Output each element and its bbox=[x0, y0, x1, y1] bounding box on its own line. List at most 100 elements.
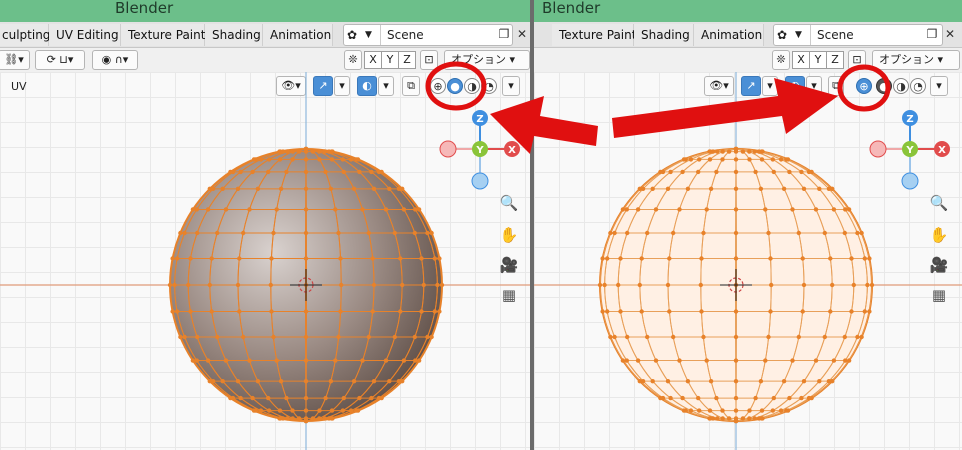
mesh-vertex bbox=[781, 379, 787, 384]
z-axis-toggle[interactable]: Z bbox=[398, 51, 416, 69]
tab-animation[interactable]: Animation bbox=[694, 24, 764, 46]
mesh-vertex bbox=[785, 157, 791, 162]
mesh-vertex bbox=[720, 157, 725, 162]
mesh-vertex bbox=[680, 395, 685, 401]
mesh-vertex bbox=[639, 309, 644, 314]
tab-shading[interactable]: Shading bbox=[634, 24, 694, 46]
close-scene-icon[interactable]: ✕ bbox=[514, 26, 530, 42]
scene-name-field[interactable]: Scene bbox=[810, 25, 930, 45]
mesh-vertex bbox=[383, 207, 389, 212]
mesh-vertex bbox=[616, 282, 621, 288]
mesh-vertex bbox=[768, 309, 773, 314]
z-axis-toggle[interactable]: Z bbox=[826, 51, 844, 69]
mesh-vertex bbox=[781, 186, 787, 191]
mesh-vertex bbox=[357, 395, 362, 401]
copy-scene-icon[interactable]: ❐ bbox=[924, 26, 940, 42]
mesh-vertex bbox=[188, 309, 193, 314]
tab-sculpting[interactable]: culpting bbox=[0, 24, 50, 46]
camera-icon[interactable]: 🎥 bbox=[498, 254, 520, 276]
mesh-vertex bbox=[439, 282, 445, 288]
mesh-vertex bbox=[653, 358, 659, 363]
y-axis-toggle[interactable]: Y bbox=[809, 51, 827, 69]
scene-selector[interactable]: ✿ ▼ Scene bbox=[343, 24, 513, 46]
mesh-vertex bbox=[274, 358, 279, 363]
x-axis-toggle[interactable]: X bbox=[792, 51, 810, 69]
navigation-gizmo[interactable]: Z X Y bbox=[438, 108, 522, 192]
scene-name-field[interactable]: Scene bbox=[380, 25, 500, 45]
zoom-icon[interactable]: 🔍 bbox=[498, 192, 520, 214]
mesh-vertex bbox=[253, 408, 258, 413]
snap-dropdown[interactable]: ⟳ ⊔▾ bbox=[35, 50, 85, 70]
mesh-vertex bbox=[303, 169, 309, 175]
mesh-vertex bbox=[720, 408, 725, 413]
tab-animation[interactable]: Animation bbox=[263, 24, 333, 46]
mesh-vertex bbox=[432, 256, 437, 261]
mesh-vertex bbox=[303, 395, 309, 401]
mesh-vertex bbox=[425, 230, 430, 236]
mesh-vertex bbox=[710, 416, 716, 421]
mesh-vertex bbox=[230, 395, 236, 401]
mesh-vertex bbox=[235, 379, 241, 384]
tab-texture-paint[interactable]: Texture Paint bbox=[121, 24, 205, 46]
mesh-vertex bbox=[701, 230, 706, 236]
tab-uv-editing[interactable]: UV Editing bbox=[49, 24, 121, 46]
scene-selector[interactable]: ✿ ▼ Scene bbox=[773, 24, 943, 46]
mesh-vertex bbox=[348, 157, 354, 162]
x-axis-toggle[interactable]: X bbox=[364, 51, 382, 69]
mesh-vertex bbox=[867, 256, 872, 261]
tab-texture-paint[interactable]: Texture Paint bbox=[552, 24, 636, 46]
workspace-tabbar: culpting UV Editing Texture Paint Shadin… bbox=[0, 22, 530, 48]
mesh-vertex bbox=[726, 149, 732, 154]
mesh-vertex bbox=[600, 309, 605, 314]
y-axis-toggle[interactable]: Y bbox=[381, 51, 399, 69]
grid-snap-icon[interactable]: ⊡ bbox=[420, 50, 438, 70]
mesh-vertex bbox=[303, 230, 309, 236]
mesh-vertex bbox=[843, 207, 848, 212]
mesh-vertex bbox=[699, 256, 704, 261]
mesh-vertex bbox=[303, 207, 309, 212]
mesh-vertex bbox=[618, 256, 623, 261]
hand-pan-icon[interactable]: ✋ bbox=[928, 224, 950, 246]
mesh-vertex bbox=[699, 309, 704, 314]
camera-icon[interactable]: 🎥 bbox=[928, 254, 950, 276]
mesh-vertex bbox=[369, 169, 374, 175]
mesh-vertex bbox=[830, 186, 835, 191]
mesh-vertex bbox=[842, 334, 847, 340]
mesh-vertex bbox=[360, 207, 365, 212]
zoom-icon[interactable]: 🔍 bbox=[928, 192, 950, 214]
mesh-vertex bbox=[608, 230, 613, 236]
mesh-vertex bbox=[665, 282, 671, 288]
scene-icon: ✿ bbox=[777, 28, 788, 42]
mirror-icon[interactable]: ❊ bbox=[772, 50, 790, 70]
mesh-vertex bbox=[813, 358, 819, 363]
mesh-vertex bbox=[280, 416, 286, 421]
proportional-edit-dropdown[interactable]: ◉ ∩▾ bbox=[92, 50, 138, 70]
grid-snap-icon[interactable]: ⊡ bbox=[848, 50, 866, 70]
mesh-vertex bbox=[859, 334, 864, 340]
mesh-vertex bbox=[266, 395, 271, 401]
mesh-vertex bbox=[223, 207, 229, 212]
mesh-vertex bbox=[680, 169, 685, 175]
mesh-vertex bbox=[266, 169, 271, 175]
options-dropdown[interactable]: オプション ▾ bbox=[872, 50, 960, 70]
mirror-icon[interactable]: ❊ bbox=[344, 50, 362, 70]
mesh-vertex bbox=[303, 309, 309, 314]
hand-pan-icon[interactable]: ✋ bbox=[498, 224, 520, 246]
tab-shading[interactable]: Shading bbox=[205, 24, 263, 46]
mesh-vertex bbox=[790, 207, 795, 212]
mesh-vertex bbox=[665, 379, 671, 384]
link-dropdown[interactable]: ⛓▾ bbox=[0, 50, 30, 70]
scene-icon: ✿ bbox=[347, 28, 358, 42]
grid-view-icon[interactable]: ▦ bbox=[928, 284, 950, 306]
mesh-vertex bbox=[336, 334, 341, 340]
mesh-vertex bbox=[707, 408, 713, 413]
options-dropdown[interactable]: オプション ▾ bbox=[444, 50, 530, 70]
mesh-vertex bbox=[800, 256, 805, 261]
mesh-vertex bbox=[338, 256, 343, 261]
copy-scene-icon[interactable]: ❐ bbox=[496, 26, 512, 42]
grid-view-icon[interactable]: ▦ bbox=[498, 284, 520, 306]
close-scene-icon[interactable]: ✕ bbox=[942, 26, 958, 42]
mesh-vertex bbox=[668, 169, 673, 175]
navigation-gizmo[interactable]: Z X Y bbox=[868, 108, 952, 192]
mesh-vertex bbox=[637, 282, 642, 288]
